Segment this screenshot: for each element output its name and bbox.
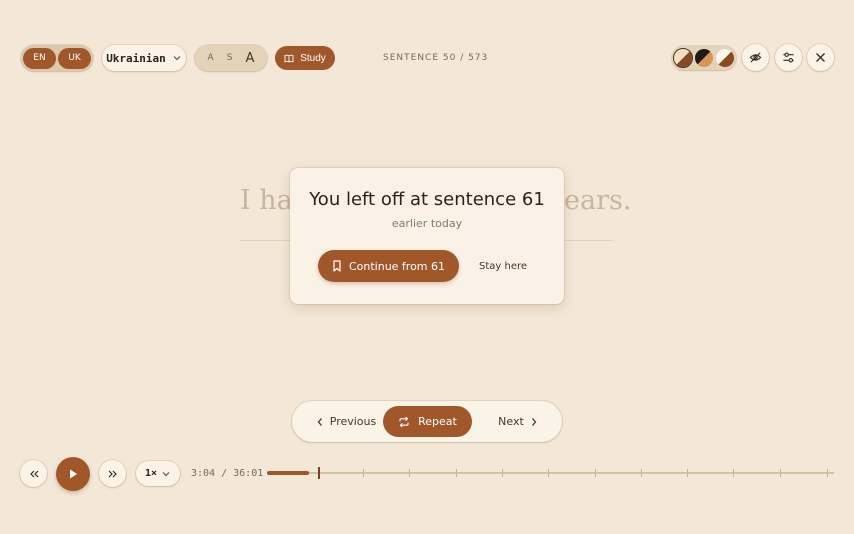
repeat-button[interactable]: Repeat bbox=[383, 406, 472, 437]
eye-off-icon bbox=[749, 52, 762, 63]
lang-en-button[interactable]: EN bbox=[23, 47, 56, 69]
chapter-mark bbox=[363, 469, 364, 477]
rewind-icon bbox=[29, 470, 38, 477]
chevron-right-icon bbox=[531, 417, 537, 426]
font-size-small-button[interactable]: A bbox=[208, 53, 214, 63]
next-label: Next bbox=[498, 415, 524, 428]
font-size-group: A S A bbox=[195, 45, 267, 71]
chevron-left-icon bbox=[317, 417, 322, 426]
chapter-mark bbox=[456, 469, 457, 477]
chapter-mark bbox=[641, 469, 642, 477]
sentence-navigation: Previous Repeat Next bbox=[292, 401, 562, 442]
play-button[interactable] bbox=[56, 457, 90, 491]
resume-dialog-subtitle: earlier today bbox=[391, 217, 463, 230]
chapter-mark bbox=[595, 469, 596, 477]
theme-light-swatch[interactable] bbox=[716, 49, 734, 67]
fast-forward-button[interactable] bbox=[99, 460, 126, 487]
sliders-icon bbox=[783, 52, 794, 63]
font-size-medium-button[interactable]: S bbox=[227, 53, 233, 63]
book-icon bbox=[284, 54, 294, 63]
continue-button[interactable]: Continue from 61 bbox=[318, 250, 459, 282]
previous-button[interactable]: Previous bbox=[306, 409, 386, 434]
target-language-select[interactable]: Ukrainian bbox=[102, 45, 186, 71]
study-button[interactable]: Study bbox=[275, 46, 335, 70]
bookmark-icon bbox=[333, 260, 341, 272]
resume-dialog: You left off at sentence 61 earlier toda… bbox=[290, 168, 564, 304]
progress-fill bbox=[267, 471, 309, 475]
lang-uk-button[interactable]: UK bbox=[58, 47, 91, 69]
study-label: Study bbox=[300, 52, 326, 64]
font-size-large-button[interactable]: A bbox=[246, 51, 255, 66]
previous-label: Previous bbox=[329, 415, 377, 428]
continue-label: Continue from 61 bbox=[348, 259, 446, 273]
sentence-visible-right: ears. bbox=[564, 185, 632, 216]
playback-speed-value: 1× bbox=[144, 468, 158, 479]
next-button[interactable]: Next bbox=[488, 409, 548, 434]
settings-button[interactable] bbox=[775, 44, 802, 71]
resume-dialog-title: You left off at sentence 61 bbox=[309, 189, 545, 210]
theme-dark-swatch[interactable] bbox=[695, 49, 713, 67]
chapter-mark bbox=[733, 469, 734, 477]
chapter-mark bbox=[827, 469, 828, 477]
repeat-icon bbox=[399, 416, 409, 427]
chapter-mark bbox=[687, 469, 688, 477]
repeat-label: Repeat bbox=[418, 415, 457, 428]
chapter-mark bbox=[502, 469, 503, 477]
chevron-down-icon bbox=[162, 471, 170, 476]
sentence-counter: SENTENCE 50 / 573 bbox=[383, 53, 489, 63]
rewind-button[interactable] bbox=[20, 460, 47, 487]
theme-switcher bbox=[672, 46, 736, 70]
playback-speed-select[interactable]: 1× bbox=[136, 461, 180, 486]
chapter-mark bbox=[409, 469, 410, 477]
play-icon bbox=[70, 469, 77, 479]
progress-playhead[interactable] bbox=[318, 467, 320, 479]
toggle-translation-button[interactable] bbox=[742, 44, 769, 71]
close-button[interactable] bbox=[807, 44, 834, 71]
target-language-value: Ukrainian bbox=[106, 51, 166, 65]
chapter-mark bbox=[780, 469, 781, 477]
fast-forward-icon bbox=[108, 470, 117, 477]
stay-here-button[interactable]: Stay here bbox=[473, 250, 533, 282]
chapter-mark bbox=[548, 469, 549, 477]
chevron-down-icon bbox=[173, 56, 181, 61]
interface-language-toggle: EN UK bbox=[21, 45, 93, 71]
theme-sepia-swatch[interactable] bbox=[673, 48, 693, 68]
time-readout: 3:04 / 36:01 bbox=[191, 468, 264, 479]
close-icon bbox=[816, 53, 825, 62]
progress-track[interactable] bbox=[267, 472, 834, 474]
